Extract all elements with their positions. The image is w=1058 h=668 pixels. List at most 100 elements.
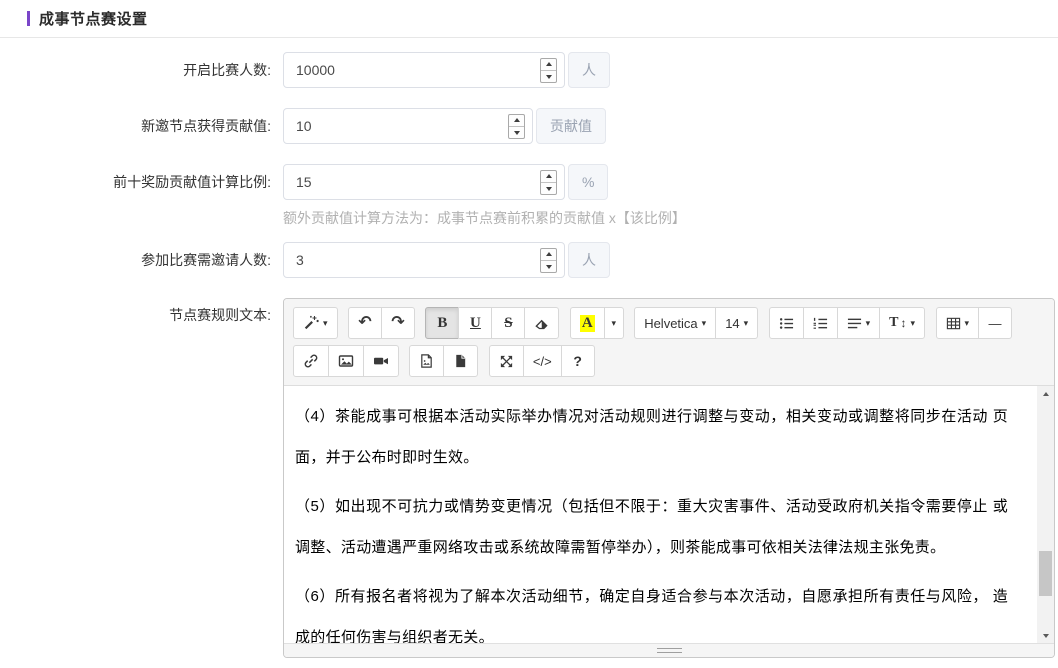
field-label: 参加比赛需邀请人数: xyxy=(0,242,283,278)
input-value: 3 xyxy=(296,252,304,268)
updown-arrow-icon: ↕ xyxy=(901,316,907,330)
field-label: 前十奖励贡献值计算比例: xyxy=(0,164,283,200)
accent-bar xyxy=(27,11,30,26)
form-row-rules-editor: 节点赛规则文本: ▾ ↶ xyxy=(0,298,1058,658)
picture-button[interactable] xyxy=(328,345,364,377)
settings-form: 开启比赛人数: 10000 人 新邀节点获得贡献值: 10 贡献值 前十奖励贡献… xyxy=(0,38,1058,658)
spin-down-icon[interactable] xyxy=(541,182,556,194)
link-button[interactable] xyxy=(293,345,329,377)
editor-toolbar: ▾ ↶ ↷ B U xyxy=(284,299,1054,386)
undo-icon: ↶ xyxy=(358,315,371,331)
line-height-dropdown[interactable]: T↕ ▾ xyxy=(879,307,925,339)
resize-handle[interactable] xyxy=(657,648,682,653)
caret-down-icon: ▾ xyxy=(744,319,749,328)
top10-ratio-input[interactable]: 15 xyxy=(283,164,565,200)
number-spinner xyxy=(508,114,525,139)
editor-content-area[interactable]: （4）茶能成事可根据本活动实际举办情况对活动规则进行调整与变动，相关变动或调整将… xyxy=(284,386,1054,643)
image-file-icon xyxy=(419,353,434,369)
table-dropdown[interactable]: ▾ xyxy=(936,307,980,339)
unit-addon: 人 xyxy=(568,52,610,88)
file-button[interactable] xyxy=(443,345,478,377)
spin-up-icon[interactable] xyxy=(541,249,556,260)
font-name-dropdown[interactable]: Helvetica ▾ xyxy=(634,307,716,339)
font-size-dropdown[interactable]: 14 ▾ xyxy=(715,307,758,339)
fullscreen-button[interactable] xyxy=(489,345,524,377)
redo-button[interactable]: ↷ xyxy=(381,307,415,339)
paragraph-align-icon xyxy=(847,316,862,331)
horizontal-rule-icon: — xyxy=(989,316,1002,331)
empty-label xyxy=(0,208,283,228)
strikethrough-icon: S xyxy=(504,315,512,332)
style-button[interactable]: ▾ xyxy=(293,307,338,339)
help-button[interactable]: ? xyxy=(561,345,595,377)
editor-statusbar xyxy=(284,643,1054,657)
code-view-button[interactable]: </> xyxy=(523,345,562,377)
underline-icon: U xyxy=(470,315,481,332)
caret-down-icon: ▾ xyxy=(965,319,970,328)
field-label: 节点赛规则文本: xyxy=(0,298,283,324)
rule-paragraph: （6）所有报名者将视为了解本次活动细节，确定自身适合参与本次活动，自愿承担所有责… xyxy=(295,576,1008,643)
scrollbar-thumb[interactable] xyxy=(1039,551,1052,596)
clear-format-button[interactable] xyxy=(524,307,559,339)
ratio-hint-text: 额外贡献值计算方法为：成事节点赛前积累的贡献值 x【该比例】 xyxy=(283,208,686,228)
invite-points-input[interactable]: 10 xyxy=(283,108,533,144)
scroll-up-icon[interactable] xyxy=(1037,386,1054,402)
input-value: 10000 xyxy=(296,62,335,78)
section-header: 成事节点赛设置 xyxy=(0,0,1058,38)
editor-text[interactable]: （4）茶能成事可根据本活动实际举办情况对活动规则进行调整与变动，相关变动或调整将… xyxy=(284,386,1054,643)
spin-up-icon[interactable] xyxy=(541,171,556,182)
video-button[interactable] xyxy=(363,345,399,377)
spin-up-icon[interactable] xyxy=(541,59,556,70)
form-row-top10-ratio: 前十奖励贡献值计算比例: 15 % xyxy=(0,164,1058,200)
input-value: 15 xyxy=(296,174,312,190)
hint-row: 额外贡献值计算方法为：成事节点赛前积累的贡献值 x【该比例】 xyxy=(0,208,1058,228)
spin-down-icon[interactable] xyxy=(541,260,556,272)
font-color-button[interactable]: A xyxy=(570,307,605,339)
input-value: 10 xyxy=(296,118,312,134)
video-icon xyxy=(373,353,389,369)
underline-button[interactable]: U xyxy=(458,307,492,339)
unordered-list-button[interactable] xyxy=(769,307,804,339)
help-icon: ? xyxy=(573,353,582,369)
image-file-button[interactable] xyxy=(409,345,444,377)
paragraph-align-dropdown[interactable]: ▾ xyxy=(837,307,881,339)
line-height-icon: T xyxy=(889,315,898,331)
bold-button[interactable]: B xyxy=(425,307,459,339)
unit-addon: % xyxy=(568,164,608,200)
spin-down-icon[interactable] xyxy=(509,126,524,138)
font-color-icon: A xyxy=(580,315,595,332)
unordered-list-icon xyxy=(779,316,794,331)
redo-icon: ↷ xyxy=(391,315,404,331)
bold-icon: B xyxy=(437,315,447,332)
undo-button[interactable]: ↶ xyxy=(348,307,382,339)
table-icon xyxy=(946,316,961,331)
code-view-icon: </> xyxy=(533,354,552,369)
rule-paragraph: （4）茶能成事可根据本活动实际举办情况对活动规则进行调整与变动，相关变动或调整将… xyxy=(295,396,1008,478)
form-row-start-players: 开启比赛人数: 10000 人 xyxy=(0,52,1058,88)
strikethrough-button[interactable]: S xyxy=(491,307,525,339)
rule-paragraph: （5）如出现不可抗力或情势变更情况（包括但不限于：重大灾害事件、活动受政府机关指… xyxy=(295,486,1008,568)
field-label: 新邀节点获得贡献值: xyxy=(0,108,283,144)
file-icon xyxy=(453,353,468,369)
magic-wand-icon xyxy=(303,315,319,331)
horizontal-rule-button[interactable]: — xyxy=(978,307,1012,339)
unit-addon: 贡献值 xyxy=(536,108,606,144)
caret-down-icon: ▾ xyxy=(323,319,328,328)
field-label: 开启比赛人数: xyxy=(0,52,283,88)
ordered-list-icon xyxy=(813,316,828,331)
number-spinner xyxy=(540,58,557,83)
spin-down-icon[interactable] xyxy=(541,70,556,82)
scroll-down-icon[interactable] xyxy=(1037,627,1054,643)
link-icon xyxy=(303,353,319,369)
number-spinner xyxy=(540,170,557,195)
font-name-value: Helvetica xyxy=(644,316,697,331)
vertical-scrollbar[interactable] xyxy=(1037,386,1054,643)
start-players-input[interactable]: 10000 xyxy=(283,52,565,88)
font-color-dropdown[interactable]: ▾ xyxy=(604,307,624,339)
font-size-value: 14 xyxy=(725,316,739,331)
picture-icon xyxy=(338,353,354,369)
ordered-list-button[interactable] xyxy=(803,307,838,339)
page-title: 成事节点赛设置 xyxy=(39,8,148,29)
required-invites-input[interactable]: 3 xyxy=(283,242,565,278)
spin-up-icon[interactable] xyxy=(509,115,524,126)
